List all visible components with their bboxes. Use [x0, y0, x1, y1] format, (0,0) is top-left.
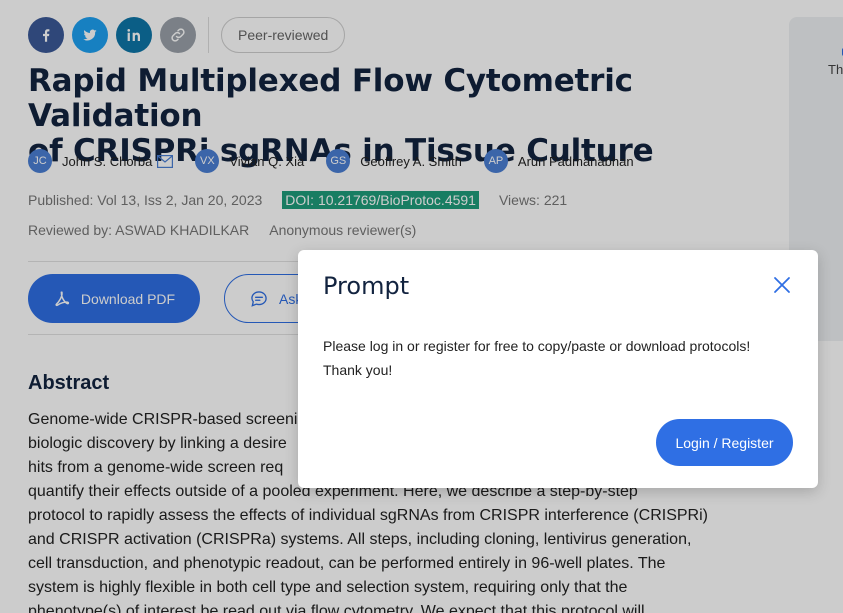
dialog-message: Please log in or register for free to co…	[323, 334, 803, 382]
prompt-dialog: Prompt Please log in or register for fre…	[298, 250, 818, 488]
dialog-title: Prompt	[323, 272, 410, 300]
dialog-message-line2: Thank you!	[323, 362, 393, 378]
dialog-message-line1: Please log in or register for free to co…	[323, 338, 751, 354]
close-icon[interactable]	[772, 275, 792, 295]
login-register-button[interactable]: Login / Register	[656, 419, 793, 466]
